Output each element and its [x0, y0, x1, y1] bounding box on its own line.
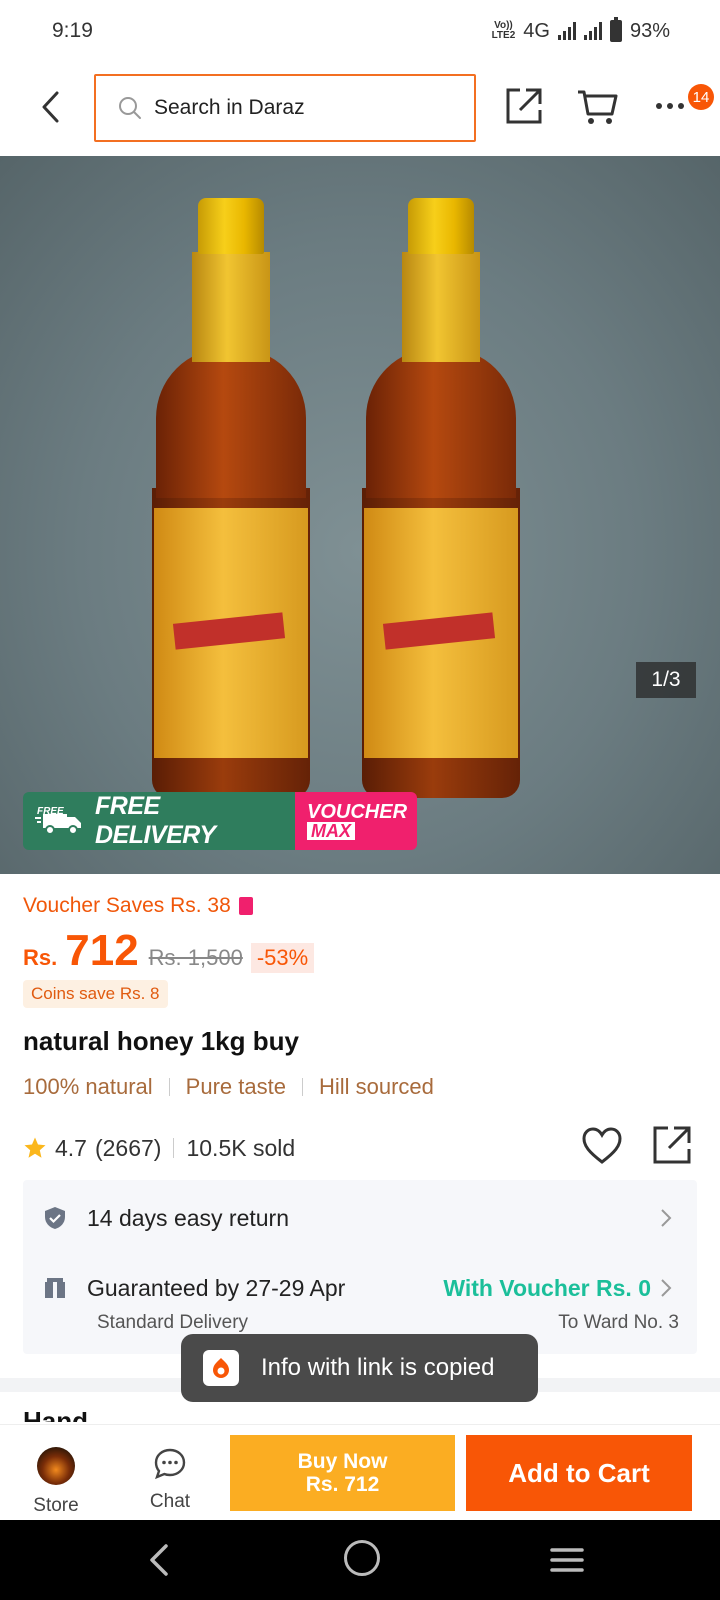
network-type: 4G — [523, 19, 550, 42]
package-icon — [45, 1278, 65, 1298]
delivery-truck-icon: FREE — [35, 806, 85, 836]
top-nav: Search in Daraz — [0, 62, 720, 154]
more-options-button[interactable] — [650, 84, 690, 128]
rating-row: 4.7 (2667) 10.5K sold — [23, 1126, 697, 1168]
honey-bottle-image — [352, 198, 530, 798]
battery-icon — [609, 17, 622, 42]
toast-notification: Info with link is copied — [181, 1334, 538, 1402]
shield-icon — [45, 1207, 65, 1229]
free-delivery-text: FREE DELIVERY — [95, 792, 216, 849]
system-recents-icon[interactable] — [550, 1546, 584, 1574]
original-price: Rs. 1,500 — [148, 945, 243, 970]
status-icons: Vo)) LTE2 4G 93% — [491, 17, 670, 43]
tag-item: Hill sourced — [318, 1074, 434, 1099]
search-input[interactable]: Search in Daraz — [94, 74, 476, 142]
search-placeholder: Search in Daraz — [154, 96, 305, 119]
store-button[interactable]: Store — [20, 1447, 92, 1517]
store-avatar — [37, 1447, 75, 1485]
tag-item: 100% natural — [23, 1074, 153, 1099]
image-counter: 1/3 — [636, 662, 696, 698]
delivery-type: Standard Delivery — [97, 1312, 249, 1333]
voucher-max-badge: VOUCHER MAX — [295, 792, 417, 850]
toast-message: Info with link is copied — [261, 1354, 495, 1381]
notification-badge: 14 — [688, 84, 714, 110]
share-button[interactable] — [502, 84, 546, 128]
price-value: 712 — [65, 926, 139, 975]
chat-label: Chat — [149, 1491, 191, 1512]
free-delivery-badge: FREE FREE DELIVERY — [23, 792, 295, 850]
cart-icon — [578, 90, 618, 124]
service-info-card: 14 days easy return Guaranteed by 27-29 … — [23, 1180, 697, 1354]
product-tags: 100% natural Pure taste Hill sourced — [23, 1074, 434, 1100]
delivery-text: Guaranteed by 27-29 Apr — [87, 1274, 346, 1301]
voucher-saves-text: Voucher Saves Rs. 38 — [23, 894, 231, 917]
rating-divider — [173, 1138, 175, 1158]
voucher-saves-link[interactable]: Voucher Saves Rs. 38 — [23, 894, 253, 918]
chevron-right-icon — [661, 1279, 672, 1297]
share-icon[interactable] — [651, 1124, 693, 1166]
battery-level: 93% — [629, 19, 670, 42]
wishlist-heart-icon[interactable] — [581, 1126, 623, 1166]
price-currency: Rs. — [23, 945, 58, 970]
cart-button[interactable] — [576, 84, 620, 128]
buy-now-price: Rs. 712 — [305, 1473, 380, 1496]
sold-count: 10.5K sold — [186, 1134, 296, 1161]
delivery-row[interactable]: Guaranteed by 27-29 Apr With Voucher Rs.… — [43, 1266, 677, 1310]
store-label: Store — [33, 1495, 79, 1516]
signal-icon-2 — [583, 22, 602, 40]
system-back-icon[interactable] — [140, 1540, 180, 1580]
return-text: 14 days easy return — [87, 1204, 290, 1231]
tag-divider — [301, 1078, 303, 1096]
status-time: 9:19 — [52, 19, 93, 42]
buy-now-button[interactable]: Buy Now Rs. 712 — [230, 1435, 455, 1511]
delivery-destination: To Ward No. 3 — [558, 1312, 679, 1333]
review-count[interactable]: (2667) — [95, 1135, 161, 1162]
more-icon — [656, 103, 684, 109]
rating-value[interactable]: 4.7 — [55, 1135, 87, 1162]
price-row: Rs. 712 Rs. 1,500 -53% — [23, 926, 315, 976]
search-icon — [119, 97, 141, 119]
honey-bottle-image — [142, 198, 320, 798]
chat-button[interactable]: Chat — [134, 1447, 206, 1517]
promo-banner: FREE FREE DELIVERY VOUCHER MAX — [23, 792, 417, 850]
bottom-action-bar: Store Chat Buy Now Rs. 712 Add to Cart — [0, 1424, 720, 1520]
discount-badge: -53% — [250, 943, 315, 973]
back-button[interactable] — [30, 82, 70, 132]
system-navigation-bar — [0, 1520, 720, 1600]
tag-divider — [168, 1078, 170, 1096]
product-image-gallery[interactable]: FREE FREE DELIVERY VOUCHER MAX 1/3 — [0, 156, 720, 874]
chat-icon — [154, 1448, 186, 1480]
buy-now-label: Buy Now — [297, 1450, 388, 1473]
tag-item: Pure taste — [185, 1074, 286, 1099]
share-icon — [506, 88, 542, 124]
volte-indicator: Vo)) LTE2 — [491, 20, 516, 41]
coins-badge: Coins save Rs. 8 — [23, 980, 168, 1008]
star-icon — [24, 1137, 46, 1158]
delivery-voucher-text: With Voucher Rs. 0 — [443, 1274, 651, 1301]
add-to-cart-button[interactable]: Add to Cart — [466, 1435, 692, 1511]
chevron-right-icon — [661, 1209, 672, 1227]
app-logo-icon — [203, 1350, 239, 1386]
return-policy-row[interactable]: 14 days easy return — [43, 1196, 677, 1240]
status-bar: 9:19 Vo)) LTE2 4G 93% — [0, 0, 720, 62]
back-arrow-icon — [42, 91, 59, 123]
next-section-heading: Hand — [23, 1412, 223, 1422]
system-home-icon[interactable] — [344, 1540, 380, 1576]
voucher-icon — [238, 897, 253, 915]
signal-icon — [557, 22, 576, 40]
product-title: natural honey 1kg buy — [23, 1026, 299, 1056]
